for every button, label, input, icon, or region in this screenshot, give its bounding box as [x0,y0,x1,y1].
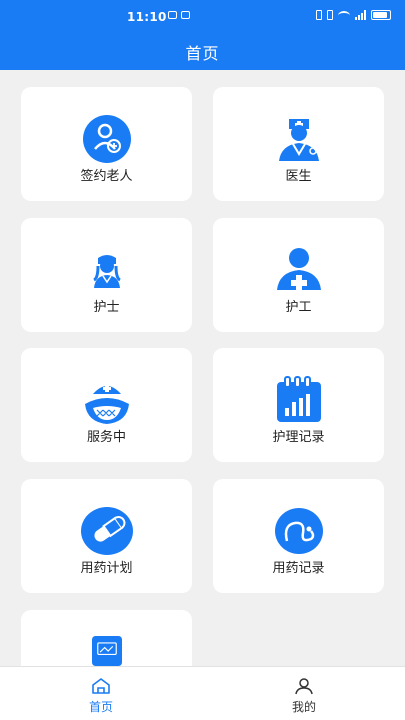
battery-icon [371,10,391,20]
status-time: 11:10 [127,10,167,24]
wechat-icon [181,11,190,19]
card-care-record[interactable]: 护理记录 [213,348,384,462]
card-elderly-contract[interactable]: 签约老人 [21,87,192,201]
tab-profile[interactable]: 我的 [203,667,405,720]
card-medication-plan[interactable]: 用药计划 [21,479,192,593]
tab-profile-label: 我的 [291,700,316,714]
card-label: 服务中 [86,430,126,445]
card-label: 护士 [93,300,120,315]
status-indicators [316,10,391,20]
medication-plan-icon [80,507,133,555]
card-partial[interactable] [21,610,192,666]
vibrate-icon [327,10,333,20]
message-icon [168,11,177,19]
bottom-tab-bar: 首页 我的 [0,666,405,720]
care-record-icon [276,376,321,422]
card-nurse[interactable]: 护士 [21,218,192,332]
tab-home[interactable]: 首页 [0,667,202,720]
card-label: 用药记录 [272,561,325,576]
in-service-icon [84,385,129,424]
card-in-service[interactable]: 服务中 [21,348,192,462]
page-title: 首页 [185,44,220,63]
wifi-icon [338,10,350,20]
card-label: 护理记录 [272,430,325,445]
card-caregiver[interactable]: 护工 [213,218,384,332]
medication-record-icon [274,508,323,554]
card-medication-record[interactable]: 用药记录 [213,479,384,593]
card-label: 用药计划 [80,561,133,576]
notification-icons [168,11,190,19]
card-doctor[interactable]: 医生 [213,87,384,201]
user-icon [295,678,313,695]
card-label: 签约老人 [80,169,133,184]
picture-card-icon [91,636,122,666]
signal-icon [355,10,366,20]
bluetooth-icon [316,10,322,20]
caregiver-icon [276,248,321,291]
app-header: 11:10 首页 [0,0,405,70]
status-bar: 11:10 [0,0,405,32]
card-label: 医生 [285,169,312,184]
tab-home-label: 首页 [88,700,113,714]
nurse-icon [92,255,121,288]
card-label: 护工 [285,300,312,315]
elderly-contract-icon [82,115,131,163]
doctor-icon [278,119,319,161]
home-icon [92,678,110,694]
